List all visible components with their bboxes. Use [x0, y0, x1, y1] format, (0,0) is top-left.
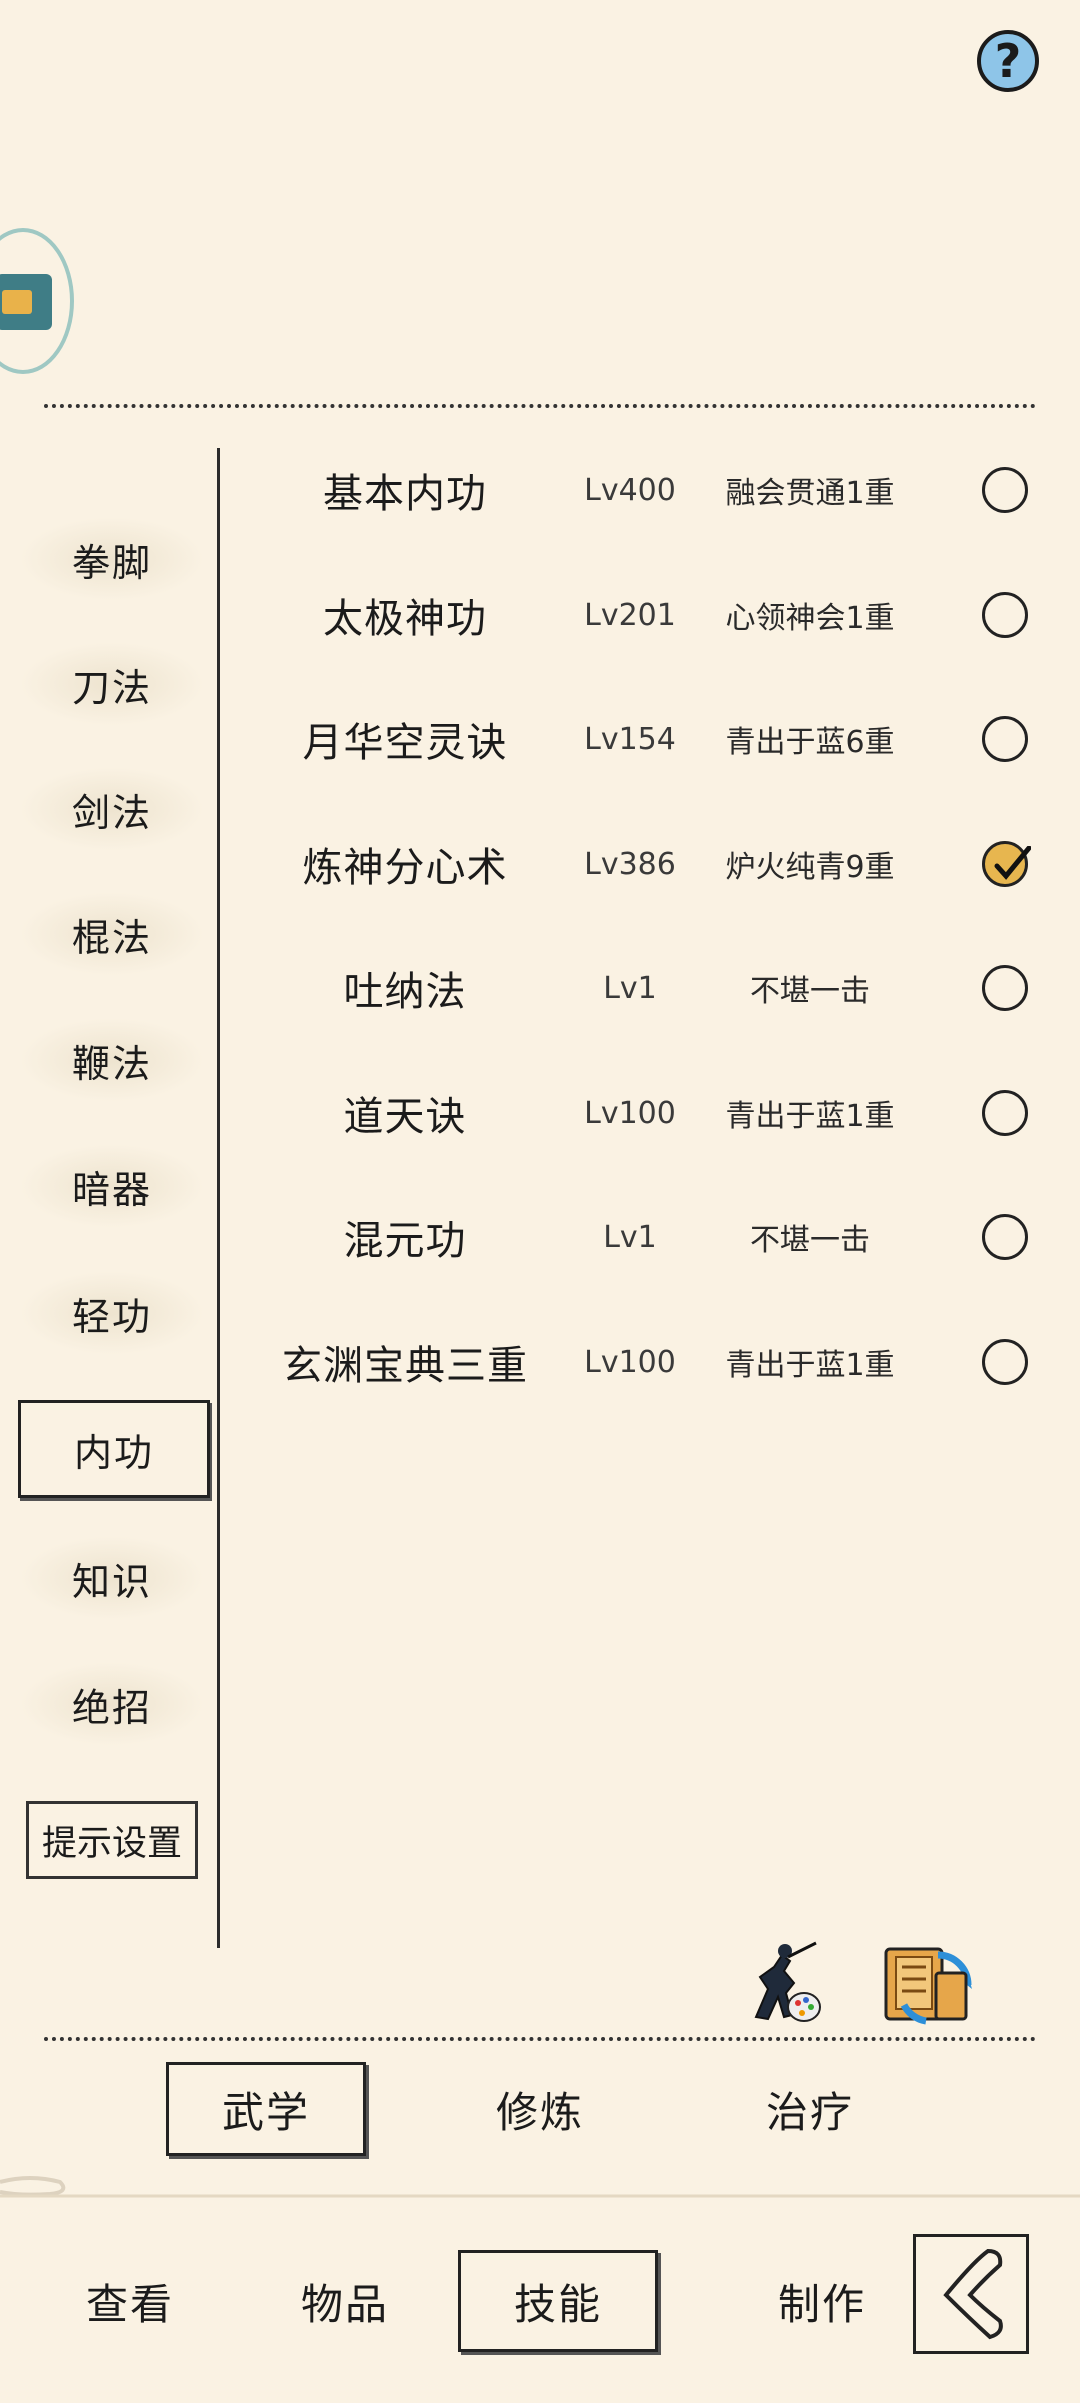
skill-rank: 炉火纯青9重 [725, 850, 895, 885]
top-divider [44, 404, 1036, 408]
back-arrow-icon [943, 2248, 1003, 2340]
skill-equip-toggle[interactable] [982, 592, 1028, 638]
bottom-nav-tab[interactable]: 制作 [722, 2250, 922, 2352]
skill-name: 炼神分心术 [302, 845, 508, 891]
martial-artist-palette-icon[interactable] [738, 1937, 830, 2029]
category-divider [217, 448, 220, 1948]
skill-level: Lv100 [584, 1344, 676, 1380]
skill-name: 月华空灵诀 [302, 720, 508, 766]
skill-name: 玄渊宝典三重 [282, 1343, 528, 1389]
skill-row[interactable]: 月华空灵诀 Lv154 青出于蓝6重 [240, 689, 1050, 789]
category-tab[interactable]: 剑法 [22, 768, 202, 850]
bottom-nav-tab[interactable]: 物品 [245, 2250, 445, 2352]
category-tab[interactable]: 鞭法 [22, 1019, 202, 1101]
skill-equip-toggle[interactable] [982, 1339, 1028, 1385]
hint-settings-button[interactable]: 提示设置 [26, 1801, 198, 1879]
skill-name: 基本内功 [323, 471, 487, 517]
scroll-swap-icon[interactable] [876, 1935, 980, 2031]
skill-equip-toggle[interactable] [982, 965, 1028, 1011]
skill-level: Lv201 [584, 597, 676, 633]
category-tab[interactable]: 轻功 [22, 1272, 202, 1354]
skill-name: 道天诀 [343, 1094, 467, 1140]
category-tab[interactable]: 绝招 [22, 1663, 202, 1745]
skill-name: 混元功 [343, 1218, 467, 1264]
skill-equip-toggle-checked[interactable] [982, 841, 1031, 887]
skill-rank: 融会贯通1重 [725, 476, 895, 511]
subtab[interactable]: 修炼 [440, 2062, 640, 2156]
category-tab[interactable]: 棍法 [22, 893, 202, 975]
skill-name: 太极神功 [323, 596, 487, 642]
skill-row[interactable]: 基本内功 Lv400 融会贯通1重 [240, 440, 1050, 540]
category-tab[interactable]: 暗器 [22, 1145, 202, 1227]
skill-level: Lv1 [603, 1219, 657, 1255]
back-button[interactable] [913, 2234, 1029, 2354]
skill-row[interactable]: 太极神功 Lv201 心领神会1重 [240, 565, 1050, 665]
skill-row[interactable]: 炼神分心术 Lv386 炉火纯青9重 [240, 814, 1050, 914]
skill-level: Lv100 [584, 1095, 676, 1131]
subtab[interactable]: 武学 [166, 2062, 366, 2156]
skill-level: Lv1 [603, 970, 657, 1006]
category-tab[interactable]: 内功 [18, 1400, 210, 1498]
bottom-nav-tab[interactable]: 查看 [30, 2250, 230, 2352]
skill-rank: 不堪一击 [750, 1223, 870, 1258]
category-tab[interactable]: 拳脚 [22, 518, 202, 600]
bottom-nav-tab[interactable]: 技能 [458, 2250, 658, 2352]
category-tab[interactable]: 刀法 [22, 643, 202, 725]
skill-equip-toggle[interactable] [982, 1090, 1028, 1136]
help-icon[interactable]: ? [977, 30, 1039, 92]
skill-equip-toggle[interactable] [982, 467, 1028, 513]
skill-rank: 青出于蓝6重 [725, 725, 895, 760]
skill-rank: 心领神会1重 [725, 601, 895, 636]
skill-rank: 不堪一击 [750, 974, 870, 1009]
skill-name: 吐纳法 [343, 969, 467, 1015]
skill-equip-toggle[interactable] [982, 716, 1028, 762]
bottom-divider [44, 2037, 1036, 2041]
category-tab[interactable]: 知识 [22, 1537, 202, 1619]
skill-level: Lv154 [584, 721, 676, 757]
skill-level: Lv386 [584, 846, 676, 882]
avatar[interactable] [0, 228, 74, 374]
skill-level: Lv400 [584, 472, 676, 508]
skill-row[interactable]: 混元功 Lv1 不堪一击 [240, 1187, 1050, 1287]
skill-rank: 青出于蓝1重 [725, 1099, 895, 1134]
skill-row[interactable]: 道天诀 Lv100 青出于蓝1重 [240, 1063, 1050, 1163]
skill-row[interactable]: 玄渊宝典三重 Lv100 青出于蓝1重 [240, 1312, 1050, 1412]
cloud-decoration [0, 2170, 1080, 2200]
skill-rank: 青出于蓝1重 [725, 1348, 895, 1383]
checkmark-icon [994, 846, 1031, 880]
subtab[interactable]: 治疗 [710, 2062, 910, 2156]
skill-row[interactable]: 吐纳法 Lv1 不堪一击 [240, 938, 1050, 1038]
skill-equip-toggle[interactable] [982, 1214, 1028, 1260]
